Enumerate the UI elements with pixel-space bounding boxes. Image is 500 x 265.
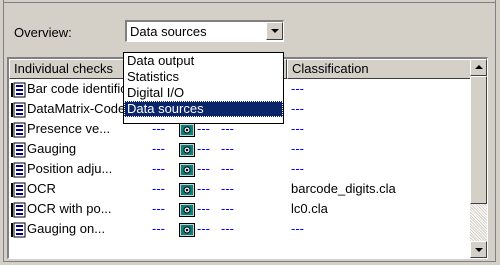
check-item-icon [11,182,26,198]
scroll-up-icon[interactable] [470,59,487,76]
data-cell: --- [152,221,165,236]
dropdown-option-data-output[interactable]: Data output [124,53,283,69]
check-item-icon [11,82,26,98]
data-cell: --- [221,181,234,196]
check-item-icon [11,202,26,218]
camera-icon[interactable] [179,123,195,137]
chevron-down-icon[interactable] [266,22,283,40]
classification-cell: --- [291,221,304,236]
classification-cell: barcode_digits.cla [291,181,396,196]
data-cell: --- [221,221,234,236]
data-cell: --- [152,141,165,156]
table-row[interactable]: Gauging on... --- --- --- --- [9,220,471,240]
data-cell: --- [152,181,165,196]
classification-cell: --- [291,161,304,176]
classification-cell: --- [291,121,304,136]
vertical-scrollbar[interactable] [470,59,487,258]
data-cell: --- [197,141,210,156]
data-cell: --- [221,201,234,216]
data-cell: --- [221,141,234,156]
overview-dropdown-list: Data output Statistics Digital I/O Data … [123,52,284,124]
scroll-thumb[interactable] [470,76,487,204]
dropdown-option-data-sources[interactable]: Data sources [124,101,283,117]
classification-cell: --- [291,101,304,116]
table-row[interactable]: OCR --- --- --- barcode_digits.cla [9,180,471,200]
camera-icon[interactable] [179,203,195,217]
check-name: Gauging [27,141,77,156]
overview-label: Overview: [14,25,72,40]
camera-icon[interactable] [179,183,195,197]
classification-cell: lc0.cla [291,201,328,216]
table-row[interactable]: OCR with po... --- --- --- lc0.cla [9,200,471,220]
classification-cell: --- [291,141,304,156]
check-item-icon [11,102,26,118]
table-row[interactable]: Gauging --- --- --- --- [9,140,471,160]
check-name: Position adju... [27,161,113,176]
camera-icon[interactable] [179,223,195,237]
scroll-down-icon[interactable] [470,241,487,258]
overview-select[interactable]: Data sources [125,20,284,42]
camera-icon[interactable] [179,163,195,177]
camera-icon[interactable] [179,143,195,157]
check-item-icon [11,222,26,238]
data-cell: --- [197,201,210,216]
check-item-icon [11,122,26,138]
data-cell: --- [152,201,165,216]
data-cell: --- [221,161,234,176]
data-cell: --- [197,161,210,176]
dropdown-option-statistics[interactable]: Statistics [124,69,283,85]
overview-select-value: Data sources [130,24,207,39]
classification-cell: --- [291,81,304,96]
table-row[interactable]: Position adju... --- --- --- --- [9,160,471,180]
check-name: OCR with po... [27,201,112,216]
data-cell: --- [197,181,210,196]
dropdown-option-digital-io[interactable]: Digital I/O [124,85,283,101]
check-item-icon [11,162,26,178]
check-item-icon [11,142,26,158]
column-header-classification[interactable]: Classification [287,59,471,79]
check-name: OCR [27,181,56,196]
data-cell: --- [197,221,210,236]
check-name: Gauging on... [27,221,106,236]
data-cell: --- [152,161,165,176]
